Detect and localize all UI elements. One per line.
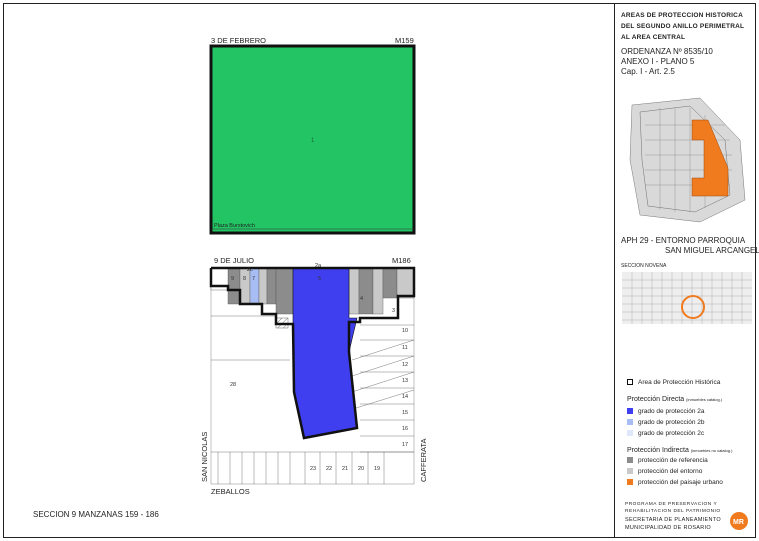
svg-text:19: 19 (374, 466, 380, 472)
svg-text:7: 7 (252, 276, 255, 282)
svg-text:15: 15 (402, 410, 408, 416)
legend-area-label: Area de Protección Histórica (638, 379, 721, 386)
lot-2a-label: 2a (315, 263, 322, 269)
area-swatch (627, 379, 633, 385)
svg-text:8: 8 (243, 276, 246, 282)
svg-text:5: 5 (318, 276, 321, 282)
block-top-label: M159 (395, 36, 414, 45)
aph-title-line-1: APH 29 - ENTORNO PARROQUIA (621, 236, 746, 245)
legend-2a-label: grado de protección 2a (638, 408, 705, 415)
svg-text:11: 11 (402, 345, 408, 351)
svg-text:17: 17 (402, 442, 408, 448)
cap-label: Cap. I - Art. 2.5 (621, 67, 675, 76)
legend-directa-title: Protección Directa (inmuebles catalog.) (627, 396, 722, 405)
plaza-label: Plaza Burstovich (214, 223, 255, 229)
lot-2c-label: 2c (247, 267, 253, 273)
institution-line-3: SECRETARIA DE PLANEAMIENTO (625, 517, 721, 523)
swatch-2b (627, 419, 633, 425)
legend-2c: grado de protección 2c (627, 430, 704, 439)
swatch-2a (627, 408, 633, 414)
street-mid-label: 9 DE JULIO (214, 256, 254, 265)
mr-logo-text: MR (733, 519, 744, 526)
aph-title-line-2: SAN MIGUEL ARCANGEL (665, 246, 759, 255)
svg-text:4: 4 (360, 296, 363, 302)
legend-directa-note: (inmuebles catalog.) (686, 397, 723, 402)
street-left-label: SAN NICOLAS (200, 432, 209, 482)
swatch-2c (627, 430, 633, 436)
svg-text:28: 28 (230, 382, 236, 388)
institution-line-2: REHABILITACION DEL PATRIMONIO (625, 509, 721, 514)
ordenanza-label: ORDENANZA Nº 8535/10 (621, 47, 713, 56)
svg-text:21: 21 (342, 466, 348, 472)
institution-line-4: MUNICIPALIDAD DE ROSARIO (625, 525, 711, 531)
plan-sheet: 3 DE FEBRERO M159 Plaza Burstovich 1 9 D… (0, 0, 759, 541)
legend-entorno: protección del entorno (627, 468, 702, 477)
legend-2b-label: grado de protección 2b (638, 419, 705, 426)
header-line-1: AREAS DE PROTECCION HISTORICA (621, 12, 743, 19)
header-line-3: AL AREA CENTRAL (621, 34, 686, 41)
svg-text:23: 23 (310, 466, 316, 472)
legend-2b: grado de protección 2b (627, 419, 705, 428)
lot-2a-directa[interactable] (292, 267, 358, 439)
seccion-novena-map[interactable] (622, 272, 752, 324)
svg-text:20: 20 (358, 466, 364, 472)
legend-paisaje-label: protección del paisaje urbano (638, 479, 723, 486)
legend-paisaje: protección del paisaje urbano (627, 479, 723, 488)
street-top-label: 3 DE FEBRERO (211, 36, 266, 45)
legend-referencia-label: protección de referencia (638, 457, 708, 464)
svg-text:9: 9 (231, 276, 234, 282)
legend-referencia: protección de referencia (627, 457, 708, 466)
swatch-entorno (627, 468, 633, 474)
street-right-label: CAFFERATA (419, 439, 428, 482)
svg-text:10: 10 (402, 328, 408, 334)
swatch-paisaje (627, 479, 633, 485)
swatch-referencia (627, 457, 633, 463)
footer-section-label: SECCION 9 MANZANAS 159 - 186 (33, 510, 159, 519)
block-mid-label: M186 (392, 256, 411, 265)
svg-text:12: 12 (402, 362, 408, 368)
svg-text:13: 13 (402, 378, 408, 384)
institution-line-1: PROGRAMA DE PRESERVACION Y (625, 502, 718, 507)
header-line-2: DEL SEGUNDO ANILLO PERIMETRAL (621, 23, 745, 30)
seccion-novena-label: SECCION NOVENA (621, 263, 667, 269)
legend-entorno-label: protección del entorno (638, 468, 703, 475)
anexo-label: ANEXO I - PLANO 5 (621, 57, 695, 66)
city-locator-map[interactable] (622, 97, 752, 225)
legend-2a: grado de protección 2a (627, 408, 705, 417)
legend-indirecta-title-text: Protección Indirecta (627, 447, 689, 454)
legend-directa-title-text: Protección Directa (627, 396, 685, 403)
svg-text:22: 22 (326, 466, 332, 472)
svg-text:3: 3 (392, 308, 395, 314)
legend-indirecta-note: (inmuebles no catalog.) (690, 448, 733, 453)
legend-indirecta-title: Protección Indirecta (inmuebles no catal… (627, 447, 732, 456)
svg-text:16: 16 (402, 426, 408, 432)
svg-text:14: 14 (402, 394, 408, 400)
legend-area: Area de Protección Histórica (627, 379, 720, 388)
street-bottom-label: ZEBALLOS (211, 487, 250, 496)
legend-2c-label: grado de protección 2c (638, 430, 705, 437)
